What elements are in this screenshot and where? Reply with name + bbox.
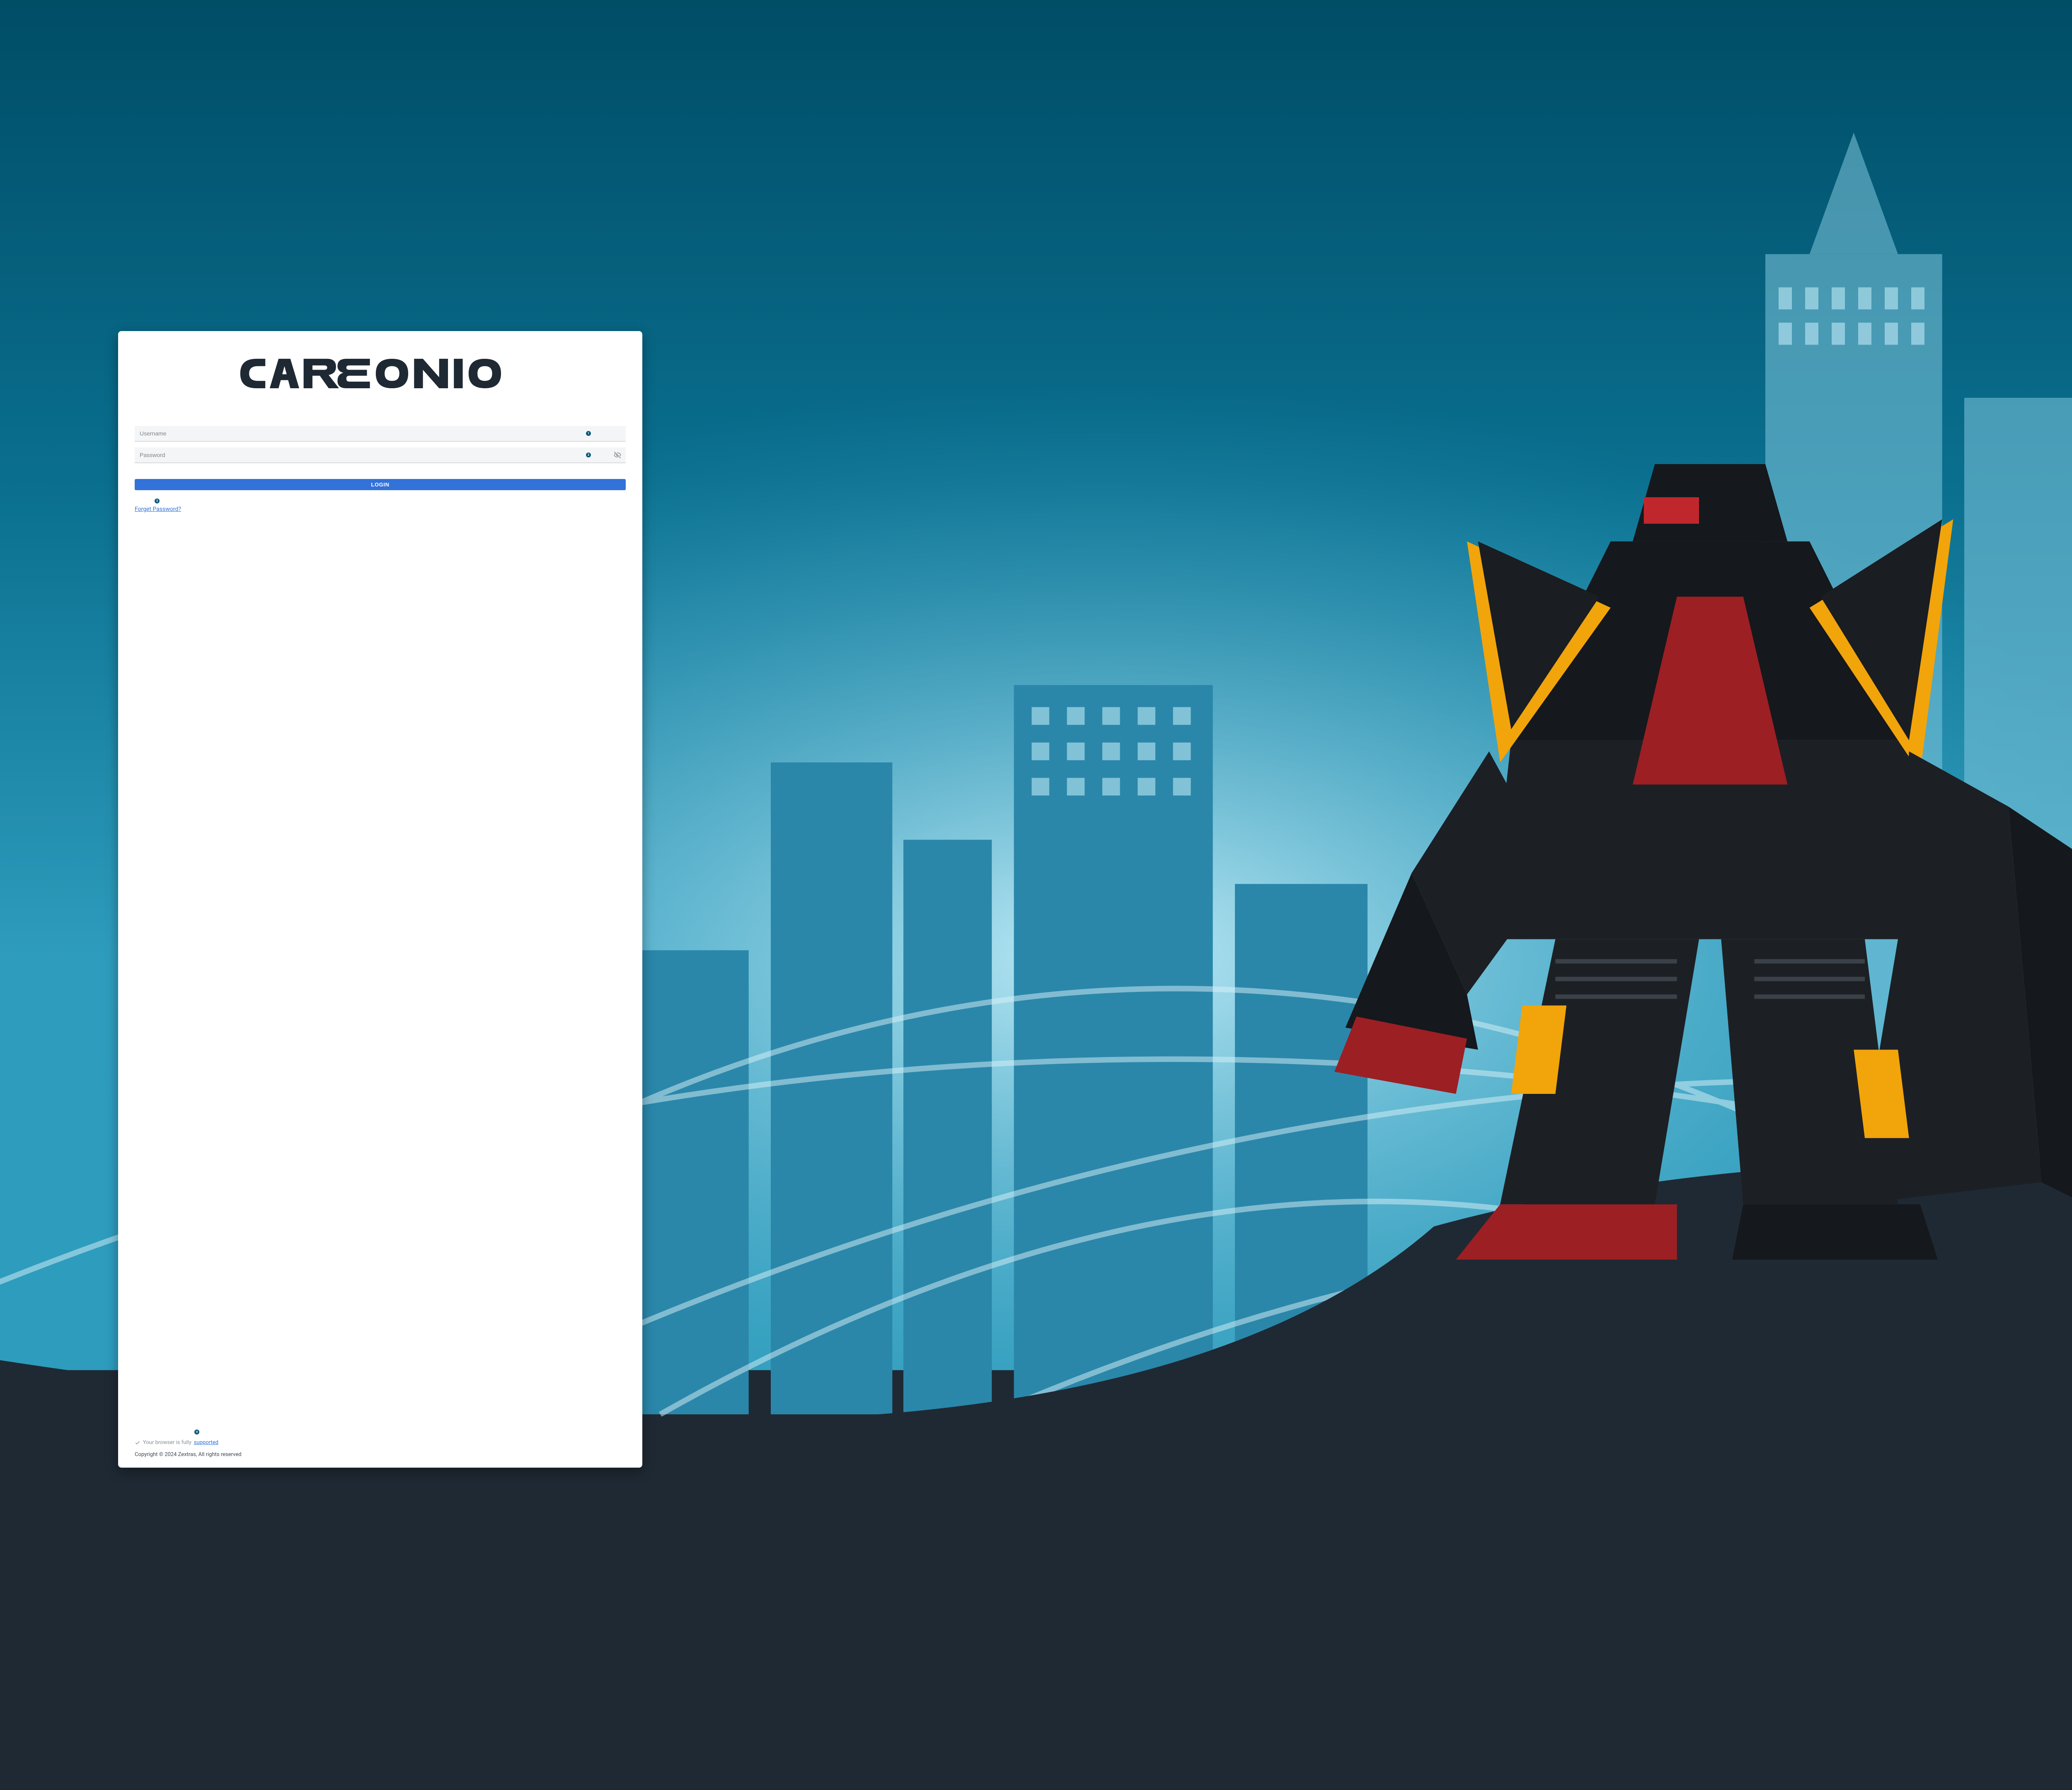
login-card: 1 2 LOGIN Forget Password? 3 4 Your — [118, 331, 642, 1468]
tour-badge-1: 1 — [586, 431, 591, 436]
username-field-wrap: 1 — [135, 426, 626, 442]
login-button[interactable]: LOGIN — [135, 479, 626, 490]
eye-off-icon — [613, 451, 622, 460]
forgot-password-link[interactable]: Forget Password? — [135, 506, 181, 513]
tour-badge-3: 3 — [155, 498, 160, 503]
tour-badge-2: 2 — [586, 452, 591, 457]
copyright-text: Copyright © 2024 Zextras, All rights res… — [135, 1451, 626, 1458]
browser-support-text: Your browser is fully — [143, 1439, 191, 1446]
check-icon — [135, 1440, 140, 1446]
login-footer: 4 Your browser is fully supported Copyri… — [135, 1437, 626, 1458]
password-input[interactable] — [135, 448, 626, 463]
tour-badge-4: 4 — [194, 1430, 199, 1434]
browser-support-link[interactable]: supported — [194, 1439, 218, 1446]
password-field-wrap: 2 — [135, 448, 626, 463]
username-input[interactable] — [135, 426, 626, 442]
brand-logo — [135, 355, 626, 392]
toggle-password-visibility-button[interactable] — [612, 450, 623, 461]
